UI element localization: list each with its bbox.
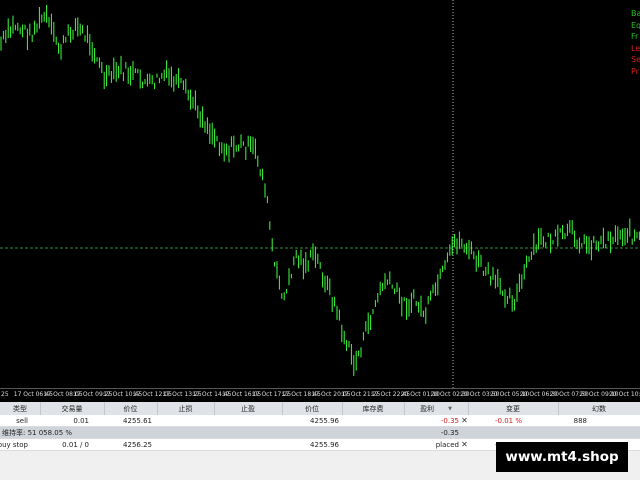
chart-canvas[interactable] (0, 0, 640, 388)
row2-status: placed (435, 440, 459, 449)
col-price-header[interactable]: 价位 (104, 402, 158, 415)
time-tick-label: 25 (1, 391, 9, 398)
legend-equity: Eq (631, 20, 640, 30)
col-magic-header[interactable]: 幻数 (558, 402, 640, 415)
chart-legend: Ba Eq Fr Le Se Pr (631, 8, 640, 77)
legend-balance: Ba (631, 9, 640, 18)
row1-volume: 0.01 (73, 416, 89, 425)
legend-profit: Pr (631, 66, 639, 76)
row2-volume: 0.01 / 0 (62, 440, 89, 449)
row1-profit: -0.35 (440, 416, 459, 425)
col-volume-header[interactable]: 交易量 (40, 402, 105, 415)
row2-type: buy stop (0, 440, 28, 449)
summary-profit: -0.35 (440, 428, 459, 437)
margin-level-text: 维持率: 51 058.05 % (2, 428, 73, 437)
col-profit-label: 盈利 (420, 404, 435, 413)
legend-sell: Se (631, 55, 640, 64)
row1-type: sell (16, 416, 28, 425)
table-row-position[interactable]: sell 0.01 4255.61 4255.96 -0.35 ✕ -0.01 … (0, 415, 640, 427)
legend-leverage: Le (631, 43, 640, 53)
row1-price: 4255.61 (123, 416, 152, 425)
col-price2-header[interactable]: 价位 (282, 402, 343, 415)
col-tp-header[interactable]: 止盈 (214, 402, 283, 415)
price-chart[interactable]: Ba Eq Fr Le Se Pr (0, 0, 640, 388)
col-type-header[interactable]: 类型 (0, 402, 41, 415)
col-swap-header[interactable]: 库存费 (342, 402, 405, 415)
col-change-header[interactable]: 变更 (468, 402, 559, 415)
trade-table-header: 类型 交易量 价位 止损 止盈 价位 库存费 盈利 ▼ 变更 幻数 (0, 402, 640, 416)
col-sl-header[interactable]: 止损 (157, 402, 215, 415)
row1-change: -0.01 % (495, 416, 522, 425)
time-axis: 25 17 Oct 06:45 17 Oct 08:05 17 Oct 09:25 17… (0, 388, 640, 403)
candles-group (0, 4, 640, 376)
row2-price: 4256.25 (123, 440, 152, 449)
row2-price2: 4255.96 (310, 440, 339, 449)
legend-free-margin: Fr (631, 32, 639, 41)
watermark-logo: www.mt4.shop (496, 442, 628, 472)
col-profit-header[interactable]: 盈利 ▼ (404, 402, 469, 415)
row1-price2: 4255.96 (310, 416, 339, 425)
time-tick-label: 20 Oct 10:30 (609, 391, 640, 398)
sort-down-icon[interactable]: ▼ (448, 406, 452, 412)
account-summary-row: 维持率: 51 058.05 % -0.35 (0, 427, 640, 439)
row1-magic: 888 (573, 416, 587, 425)
